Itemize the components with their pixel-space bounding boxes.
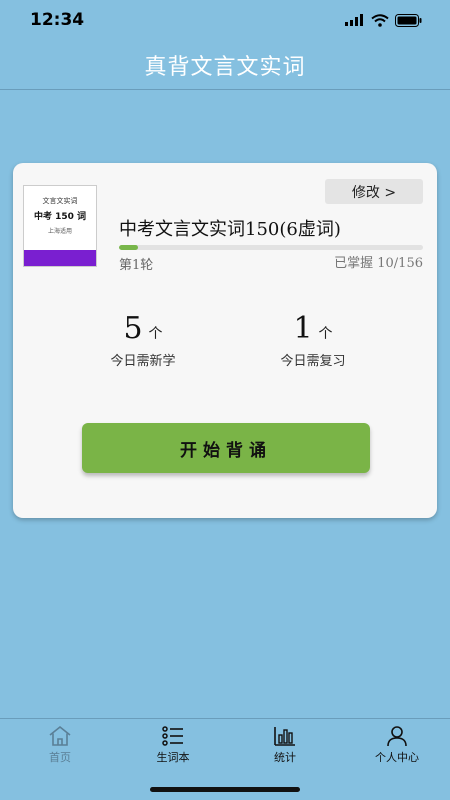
review-words-label: 今日需复习 [280, 354, 346, 369]
review-words-unit: 个 [318, 326, 333, 342]
new-words-count: 5 [123, 311, 143, 346]
tab-home[interactable]: 首页 [20, 725, 100, 765]
battery-icon [395, 13, 422, 27]
new-words-label: 今日需新学 [110, 354, 176, 369]
wifi-icon [371, 13, 389, 27]
tab-wordbook[interactable]: 生词本 [133, 725, 213, 765]
status-time: 12:34 [30, 10, 85, 30]
mastered-count: 已掌握 10/156 [334, 256, 423, 271]
cover-series: 文言文实词 [42, 197, 78, 205]
status-bar: 12:34 [0, 0, 450, 40]
home-indicator[interactable] [150, 787, 300, 792]
book-title: 中考文言文实词150(6虚词) [119, 219, 341, 240]
mastery-progress-bar [119, 245, 423, 250]
tab-profile-label: 个人中心 [375, 751, 419, 764]
new-words-unit: 个 [148, 326, 163, 342]
cover-band [24, 250, 96, 266]
user-icon [387, 726, 407, 747]
start-recite-button[interactable]: 开始背诵 [82, 423, 370, 473]
cover-title: 中考 150 词 [33, 212, 87, 222]
tab-statistics-label: 统计 [274, 751, 296, 764]
home-icon [49, 725, 71, 746]
review-words-stat: 1个 今日需复习 [233, 311, 393, 369]
new-words-stat: 5个 今日需新学 [63, 311, 223, 369]
app-header: 真背文言文实词 [0, 40, 450, 90]
page-title: 真背文言文实词 [144, 54, 306, 80]
book-cover[interactable]: 文言文实词 中考 150 词 上海适用 [23, 185, 97, 267]
tab-profile[interactable]: 个人中心 [357, 725, 437, 765]
status-icons [345, 13, 422, 27]
tab-statistics[interactable]: 统计 [245, 725, 325, 765]
review-words-count: 1 [293, 311, 313, 346]
cover-region: 上海适用 [47, 228, 72, 235]
round-label: 第1轮 [119, 258, 154, 273]
signal-icon [345, 14, 363, 26]
tab-wordbook-label: 生词本 [156, 751, 190, 764]
book-card: 文言文实词 中考 150 词 上海适用 修改 > 中考文言文实词150(6虚词)… [13, 163, 437, 518]
list-icon [162, 726, 183, 746]
edit-book-button[interactable]: 修改 > [325, 179, 423, 204]
mastery-progress-fill [119, 245, 139, 250]
bar-chart-icon [274, 727, 295, 746]
tab-home-label: 首页 [49, 751, 71, 764]
